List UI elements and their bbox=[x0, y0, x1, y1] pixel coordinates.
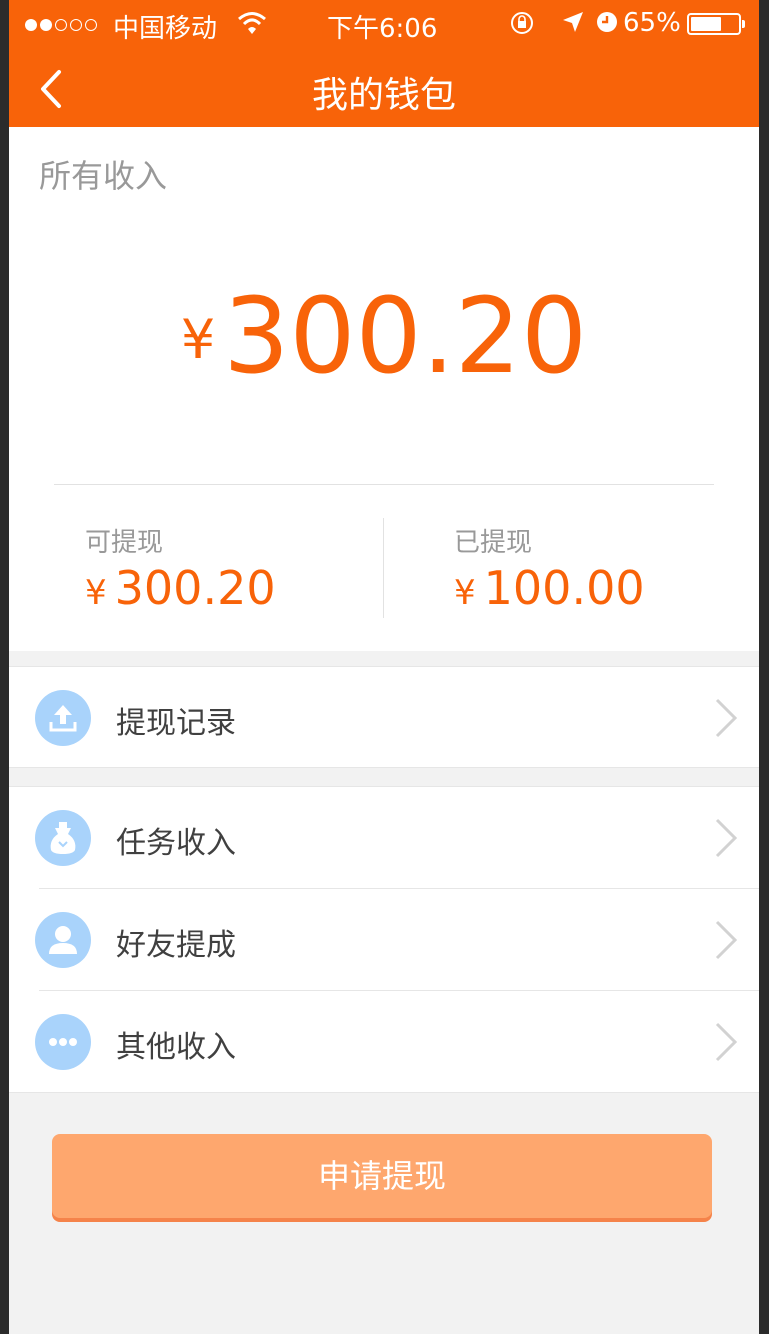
other-income-label: 其他收入 bbox=[116, 1030, 236, 1065]
withdrawable-label: 可提现 bbox=[85, 528, 164, 558]
total-income-label: 所有收入 bbox=[39, 157, 168, 195]
income-summary-card: 所有收入 ¥300.20 可提现 ¥300.20 已提现 ¥100.00 bbox=[9, 127, 759, 651]
status-time: 下午6:06 bbox=[327, 14, 438, 44]
withdrawn-value: 100.00 bbox=[483, 561, 645, 615]
alarm-icon bbox=[597, 12, 617, 32]
currency-symbol: ¥ bbox=[454, 573, 476, 613]
withdrawn-label: 已提现 bbox=[454, 528, 533, 558]
carrier-name: 中国移动 bbox=[113, 14, 218, 44]
battery-icon bbox=[687, 13, 745, 35]
withdrawable-value: 300.20 bbox=[114, 561, 276, 615]
status-bar: 中国移动 下午6:06 65% bbox=[9, 0, 759, 48]
lock-rotation-icon bbox=[511, 12, 533, 34]
chevron-right-icon bbox=[715, 1022, 738, 1062]
withdrawn-summary: 已提现 ¥100.00 bbox=[454, 522, 645, 615]
currency-symbol: ¥ bbox=[180, 308, 216, 371]
vertical-divider bbox=[383, 518, 384, 618]
location-arrow-icon bbox=[563, 12, 583, 32]
upload-icon bbox=[35, 690, 91, 746]
currency-symbol: ¥ bbox=[85, 573, 107, 613]
page-title: 我的钱包 bbox=[311, 75, 456, 116]
battery-percent: 65% bbox=[623, 8, 681, 38]
total-income-amount: ¥300.20 bbox=[9, 275, 759, 397]
apply-withdrawal-button[interactable]: 申请提现 bbox=[52, 1134, 712, 1218]
withdrawal-records-row[interactable]: 提现记录 bbox=[9, 666, 759, 768]
top-bar: 中国移动 下午6:06 65% 我的钱包 bbox=[9, 0, 759, 127]
friend-commission-label: 好友提成 bbox=[116, 928, 236, 963]
withdrawable-amount: ¥300.20 bbox=[85, 561, 276, 615]
friend-commission-row[interactable]: 好友提成 bbox=[9, 889, 759, 991]
divider bbox=[54, 484, 714, 485]
wifi-icon bbox=[238, 12, 266, 34]
chevron-right-icon bbox=[715, 698, 738, 738]
other-income-row[interactable]: 其他收入 bbox=[9, 991, 759, 1093]
task-income-row[interactable]: 任务收入 bbox=[9, 787, 759, 889]
withdrawn-amount: ¥100.00 bbox=[454, 561, 645, 615]
withdrawal-records-label: 提现记录 bbox=[116, 706, 236, 741]
task-income-label: 任务收入 bbox=[116, 826, 236, 861]
person-icon bbox=[35, 912, 91, 968]
money-bag-icon bbox=[35, 810, 91, 866]
phone-screen: 中国移动 下午6:06 65% 我的钱包 所有收入 ¥300.20 可提现 ¥ … bbox=[9, 0, 759, 1334]
divider bbox=[9, 1092, 759, 1093]
total-income-value: 300.20 bbox=[223, 275, 588, 397]
signal-dots-icon bbox=[25, 16, 100, 35]
withdrawable-summary: 可提现 ¥300.20 bbox=[85, 522, 276, 615]
more-dots-icon bbox=[35, 1014, 91, 1070]
chevron-right-icon bbox=[715, 920, 738, 960]
chevron-right-icon bbox=[715, 818, 738, 858]
